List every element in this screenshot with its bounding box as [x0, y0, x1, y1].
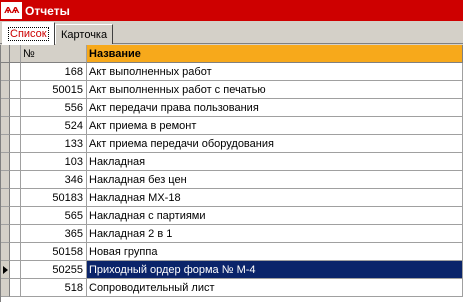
- cell-name[interactable]: Новая группа: [87, 243, 463, 261]
- column-header-number[interactable]: №: [21, 45, 87, 63]
- row-indicator[interactable]: [1, 279, 10, 297]
- cell-number[interactable]: 103: [21, 153, 87, 171]
- cell-number[interactable]: 556: [21, 99, 87, 117]
- row-spacer: [10, 261, 21, 279]
- cell-name[interactable]: Приходный ордер форма № М-4: [87, 261, 463, 279]
- reports-grid[interactable]: № Название 168 Акт выполненных работ 50015…: [0, 45, 463, 302]
- tab-strip: Список Карточка: [0, 21, 463, 45]
- row-spacer: [10, 189, 21, 207]
- tab-card[interactable]: Карточка: [55, 24, 114, 44]
- row-spacer: [10, 99, 21, 117]
- row-indicator[interactable]: [1, 63, 10, 81]
- current-row-arrow-icon: [3, 265, 8, 274]
- table-row[interactable]: 346 Накладная без цен: [1, 171, 463, 189]
- table-row[interactable]: 50183 Накладная МХ-18: [1, 189, 463, 207]
- table-row[interactable]: 50255 Приходный ордер форма № М-4: [1, 261, 463, 279]
- cell-name[interactable]: Накладная 2 в 1: [87, 225, 463, 243]
- cell-number[interactable]: 50015: [21, 81, 87, 99]
- row-indicator-header: [1, 45, 10, 63]
- column-header-name[interactable]: Название: [87, 45, 463, 63]
- row-spacer: [10, 207, 21, 225]
- cell-name[interactable]: Накладная: [87, 153, 463, 171]
- row-spacer: [10, 243, 21, 261]
- row-indicator[interactable]: [1, 135, 10, 153]
- cell-number[interactable]: 168: [21, 63, 87, 81]
- row-indicator[interactable]: [1, 225, 10, 243]
- grid-header: № Название: [1, 45, 463, 63]
- cell-number[interactable]: 365: [21, 225, 87, 243]
- cell-number[interactable]: 50255: [21, 261, 87, 279]
- cell-name[interactable]: Акт приема в ремонт: [87, 117, 463, 135]
- table-row[interactable]: 518 Сопроводительный лист: [1, 279, 463, 297]
- table-row[interactable]: 365 Накладная 2 в 1: [1, 225, 463, 243]
- row-indicator[interactable]: [1, 171, 10, 189]
- row-indicator[interactable]: [1, 153, 10, 171]
- app-logo-icon[interactable]: ѦѦ: [1, 2, 22, 19]
- table-row[interactable]: 50158 Новая группа: [1, 243, 463, 261]
- cell-number[interactable]: 346: [21, 171, 87, 189]
- row-spacer: [10, 117, 21, 135]
- table-row[interactable]: 133 Акт приема передачи оборудования: [1, 135, 463, 153]
- cell-name[interactable]: Акт выполненных работ с печатью: [87, 81, 463, 99]
- cell-name[interactable]: Акт передачи права пользования: [87, 99, 463, 117]
- cell-number[interactable]: 518: [21, 279, 87, 297]
- table-row[interactable]: 103 Накладная: [1, 153, 463, 171]
- window-title-bar[interactable]: ѦѦ Отчеты: [0, 0, 463, 21]
- row-spacer: [10, 225, 21, 243]
- row-spacer: [10, 135, 21, 153]
- row-spacer: [10, 153, 21, 171]
- row-indicator[interactable]: [1, 243, 10, 261]
- row-spacer: [10, 171, 21, 189]
- table-row[interactable]: 168 Акт выполненных работ: [1, 63, 463, 81]
- table-row[interactable]: 556 Акт передачи права пользования: [1, 99, 463, 117]
- table-row[interactable]: 565 Накладная с партиями: [1, 207, 463, 225]
- cell-name[interactable]: Накладная без цен: [87, 171, 463, 189]
- table-row[interactable]: 524 Акт приема в ремонт: [1, 117, 463, 135]
- cell-number[interactable]: 524: [21, 117, 87, 135]
- row-indicator[interactable]: [1, 261, 10, 279]
- cell-name[interactable]: Акт приема передачи оборудования: [87, 135, 463, 153]
- row-spacer: [10, 279, 21, 297]
- row-indicator[interactable]: [1, 207, 10, 225]
- window-title: Отчеты: [25, 3, 70, 18]
- cell-number[interactable]: 50158: [21, 243, 87, 261]
- cell-number[interactable]: 565: [21, 207, 87, 225]
- row-indicator[interactable]: [1, 99, 10, 117]
- row-indicator[interactable]: [1, 189, 10, 207]
- row-indicator[interactable]: [1, 117, 10, 135]
- cell-name[interactable]: Накладная МХ-18: [87, 189, 463, 207]
- tab-list-label: Список: [8, 27, 49, 41]
- header-spacer: [10, 45, 21, 63]
- tab-card-label: Карточка: [61, 28, 108, 41]
- row-spacer: [10, 81, 21, 99]
- cell-name[interactable]: Накладная с партиями: [87, 207, 463, 225]
- cell-name[interactable]: Сопроводительный лист: [87, 279, 463, 297]
- cell-number[interactable]: 50183: [21, 189, 87, 207]
- row-indicator[interactable]: [1, 81, 10, 99]
- tab-list[interactable]: Список: [2, 22, 55, 45]
- cell-number[interactable]: 133: [21, 135, 87, 153]
- row-spacer: [10, 63, 21, 81]
- cell-name[interactable]: Акт выполненных работ: [87, 63, 463, 81]
- table-row[interactable]: 50015 Акт выполненных работ с печатью: [1, 81, 463, 99]
